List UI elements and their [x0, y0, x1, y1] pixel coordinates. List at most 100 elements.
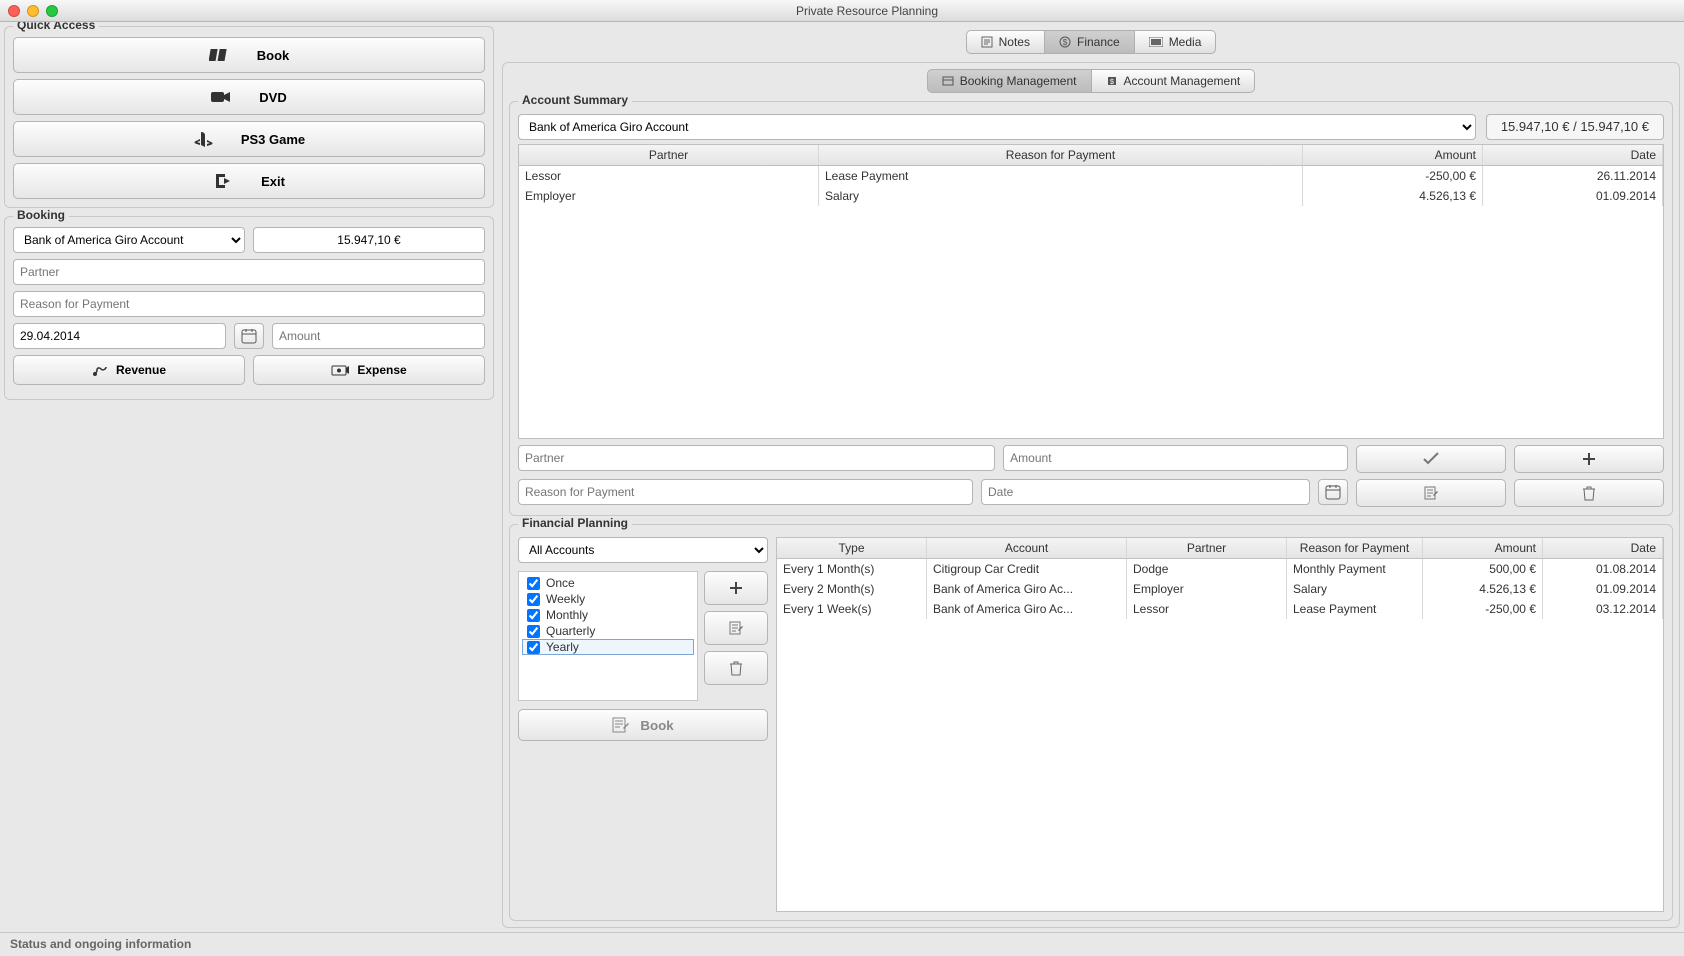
calendar-icon	[1325, 484, 1341, 500]
table-row[interactable]: Employer Salary 4.526,13 € 01.09.2014	[519, 186, 1663, 206]
summary-table[interactable]: Partner Reason for Payment Amount Date L…	[518, 144, 1664, 439]
plan-col-date[interactable]: Date	[1543, 538, 1663, 558]
freq-once[interactable]: Once	[523, 576, 693, 590]
booking-title: Booking	[13, 208, 69, 222]
revenue-button[interactable]: Revenue	[13, 355, 245, 385]
window-close-button[interactable]	[8, 5, 20, 17]
account-mgmt-icon: $	[1106, 75, 1118, 87]
quick-book-label: Book	[257, 48, 290, 63]
summary-reason-input[interactable]	[518, 479, 973, 505]
freq-monthly[interactable]: Monthly	[523, 608, 693, 622]
quick-dvd-label: DVD	[259, 90, 286, 105]
edit-icon	[1423, 485, 1439, 501]
exit-icon	[213, 172, 233, 190]
quick-ps3-button[interactable]: PS3 Game	[13, 121, 485, 157]
titlebar: Private Resource Planning	[0, 0, 1684, 22]
tab-media-label: Media	[1169, 35, 1202, 49]
calendar-icon	[241, 328, 257, 344]
planning-book-label: Book	[640, 718, 673, 733]
summary-delete-button[interactable]	[1514, 479, 1664, 507]
expense-icon	[331, 363, 349, 377]
planning-add-button[interactable]	[704, 571, 768, 605]
booking-date-picker-button[interactable]	[234, 323, 264, 349]
summary-add-button[interactable]	[1514, 445, 1664, 473]
tab-account-management[interactable]: $ Account Management	[1092, 69, 1256, 93]
check-icon	[1422, 452, 1440, 466]
quick-dvd-button[interactable]: DVD	[13, 79, 485, 115]
summary-date-input[interactable]	[981, 479, 1310, 505]
expense-label: Expense	[357, 363, 406, 377]
summary-confirm-button[interactable]	[1356, 445, 1506, 473]
tab-account-mgmt-label: Account Management	[1124, 74, 1241, 88]
booking-account-select[interactable]: Bank of America Giro Account	[13, 227, 245, 253]
camera-icon	[211, 90, 231, 104]
window-minimize-button[interactable]	[27, 5, 39, 17]
plan-col-type[interactable]: Type	[777, 538, 927, 558]
summary-balance-display: 15.947,10 € / 15.947,10 €	[1486, 114, 1664, 140]
summary-col-date[interactable]: Date	[1483, 145, 1663, 165]
tab-booking-management[interactable]: Booking Management	[927, 69, 1092, 93]
tab-media[interactable]: Media	[1135, 30, 1217, 54]
table-row[interactable]: Every 2 Month(s) Bank of America Giro Ac…	[777, 579, 1663, 599]
revenue-label: Revenue	[116, 363, 166, 377]
planning-table[interactable]: Type Account Partner Reason for Payment …	[776, 537, 1664, 912]
booking-amount-input[interactable]	[272, 323, 485, 349]
finance-icon: $	[1059, 36, 1071, 48]
planning-account-filter[interactable]: All Accounts	[518, 537, 768, 563]
freq-quarterly[interactable]: Quarterly	[523, 624, 693, 638]
planning-delete-button[interactable]	[704, 651, 768, 685]
financial-planning-section: Financial Planning All Accounts Once Wee…	[509, 524, 1673, 921]
plus-icon	[728, 580, 744, 596]
book-action-icon	[612, 717, 630, 733]
summary-amount-input[interactable]	[1003, 445, 1348, 471]
plan-col-amount[interactable]: Amount	[1423, 538, 1543, 558]
svg-text:$: $	[1063, 38, 1068, 47]
table-row[interactable]: Every 1 Month(s) Citigroup Car Credit Do…	[777, 559, 1663, 579]
trash-icon	[1582, 485, 1596, 501]
plan-col-account[interactable]: Account	[927, 538, 1127, 558]
quick-access-group: Quick Access Book DVD	[4, 26, 494, 208]
summary-col-partner[interactable]: Partner	[519, 145, 819, 165]
table-row[interactable]: Lessor Lease Payment -250,00 € 26.11.201…	[519, 166, 1663, 186]
quick-exit-button[interactable]: Exit	[13, 163, 485, 199]
planning-edit-button[interactable]	[704, 611, 768, 645]
tab-finance-label: Finance	[1077, 35, 1120, 49]
summary-account-select[interactable]: Bank of America Giro Account	[518, 114, 1476, 140]
plan-col-partner[interactable]: Partner	[1127, 538, 1287, 558]
quick-access-title: Quick Access	[13, 22, 99, 32]
quick-ps3-label: PS3 Game	[241, 132, 305, 147]
status-bar: Status and ongoing information	[0, 932, 1684, 956]
freq-yearly[interactable]: Yearly	[523, 640, 693, 654]
trash-icon	[729, 660, 743, 676]
booking-mgmt-icon	[942, 75, 954, 87]
quick-exit-label: Exit	[261, 174, 285, 189]
freq-weekly[interactable]: Weekly	[523, 592, 693, 606]
tab-finance[interactable]: $ Finance	[1045, 30, 1135, 54]
summary-col-amount[interactable]: Amount	[1303, 145, 1483, 165]
playstation-icon	[193, 131, 213, 147]
booking-date-input[interactable]	[13, 323, 226, 349]
window-zoom-button[interactable]	[46, 5, 58, 17]
summary-edit-button[interactable]	[1356, 479, 1506, 507]
tab-booking-mgmt-label: Booking Management	[960, 74, 1077, 88]
summary-partner-input[interactable]	[518, 445, 995, 471]
module-tabs: Notes $ Finance Media	[502, 26, 1680, 58]
tab-notes[interactable]: Notes	[966, 30, 1045, 54]
planning-book-button[interactable]: Book	[518, 709, 768, 741]
plus-icon	[1581, 451, 1597, 467]
plan-col-reason[interactable]: Reason for Payment	[1287, 538, 1423, 558]
svg-text:$: $	[1110, 79, 1114, 86]
tab-notes-label: Notes	[999, 35, 1030, 49]
edit-icon	[728, 620, 744, 636]
summary-col-reason[interactable]: Reason for Payment	[819, 145, 1303, 165]
booking-partner-input[interactable]	[13, 259, 485, 285]
quick-book-button[interactable]: Book	[13, 37, 485, 73]
summary-date-picker-button[interactable]	[1318, 479, 1348, 505]
frequency-list: Once Weekly Monthly Quarterly Yearly	[518, 571, 698, 701]
account-summary-section: Account Summary Bank of America Giro Acc…	[509, 101, 1673, 516]
booking-reason-input[interactable]	[13, 291, 485, 317]
media-icon	[1149, 37, 1163, 47]
expense-button[interactable]: Expense	[253, 355, 485, 385]
table-row[interactable]: Every 1 Week(s) Bank of America Giro Ac.…	[777, 599, 1663, 619]
notes-icon	[981, 36, 993, 48]
